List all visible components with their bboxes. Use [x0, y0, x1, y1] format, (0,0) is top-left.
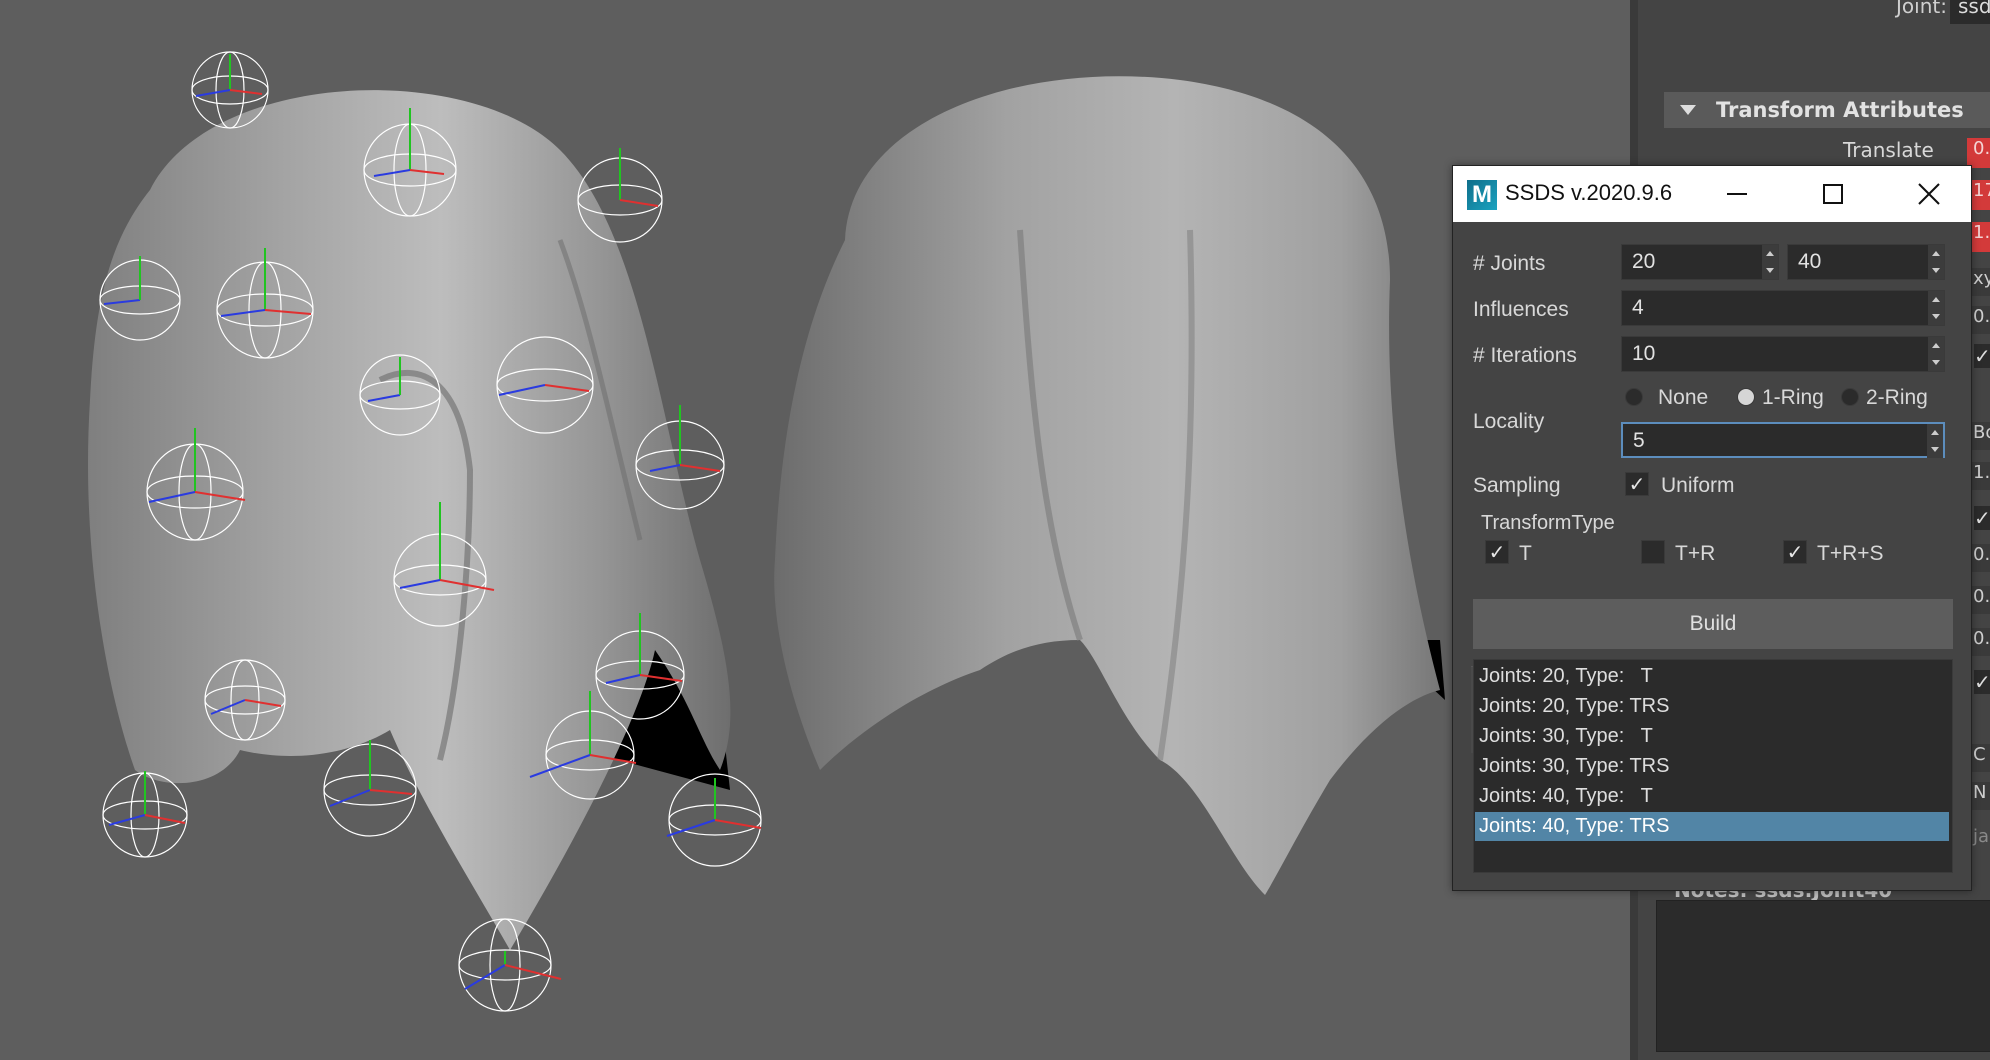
iterations-label: # Iterations: [1473, 344, 1577, 367]
notes-textarea[interactable]: [1656, 900, 1990, 1052]
joints-label: # Joints: [1473, 252, 1546, 275]
list-item-selected[interactable]: Joints: 40, Type: TRS: [1475, 812, 1949, 841]
spin-arrows-icon[interactable]: [1928, 291, 1944, 325]
spin-arrows-icon[interactable]: [1928, 245, 1944, 279]
transform-t-checkbox[interactable]: ✓: [1485, 540, 1509, 564]
transform-trs-label: T+R+S: [1817, 542, 1884, 565]
list-item[interactable]: Joints: 40, Type: T: [1475, 782, 1949, 811]
close-icon[interactable]: [1909, 174, 1949, 214]
clipped-checkbox[interactable]: ✓: [1974, 344, 1990, 368]
viewport-scene: [88, 51, 1445, 1012]
spin-arrows-icon[interactable]: [1928, 337, 1944, 371]
sampling-label: Sampling: [1473, 474, 1561, 497]
list-item[interactable]: Joints: 30, Type: TRS: [1475, 752, 1949, 781]
results-list[interactable]: Joints: 20, Type: T Joints: 20, Type: TR…: [1473, 659, 1953, 873]
influences-value: 4: [1632, 296, 1644, 319]
translate-x-field[interactable]: 0.7: [1967, 138, 1990, 168]
list-item[interactable]: Joints: 20, Type: TRS: [1475, 692, 1949, 721]
locality-1ring-radio[interactable]: [1737, 388, 1755, 406]
maya-logo-icon: M: [1467, 180, 1497, 210]
locality-value: 5: [1633, 429, 1645, 452]
locality-none-label: None: [1658, 386, 1709, 409]
transform-tr-checkbox[interactable]: [1641, 540, 1665, 564]
transform-t-label: T: [1519, 542, 1532, 565]
list-item[interactable]: Joints: 20, Type: T: [1475, 662, 1949, 691]
locality-none-radio[interactable]: [1625, 388, 1643, 406]
joints-max-spinbox[interactable]: 40: [1787, 244, 1945, 280]
ssds-dialog[interactable]: M SSDS v.2020.9.6 # Joints 20 40 Influen…: [1452, 165, 1972, 891]
section-title: Transform Attributes: [1716, 98, 1964, 122]
clipped-checkbox[interactable]: ✓: [1974, 506, 1990, 530]
joint-name-field[interactable]: ssd: [1950, 0, 1990, 24]
spin-arrows-icon[interactable]: [1762, 245, 1778, 279]
joints-min-spinbox[interactable]: 20: [1621, 244, 1779, 280]
transform-tr-label: T+R: [1675, 542, 1716, 565]
locality-2ring-label: 2-Ring: [1866, 386, 1928, 409]
spin-arrows-icon[interactable]: [1927, 424, 1943, 458]
left-cloth-mesh: [88, 90, 731, 950]
clipped-checkbox[interactable]: ✓: [1974, 670, 1990, 694]
transform-type-title: TransformType: [1481, 512, 1615, 534]
maximize-icon[interactable]: [1813, 174, 1853, 214]
sampling-uniform-checkbox[interactable]: ✓: [1625, 472, 1649, 496]
transform-trs-checkbox[interactable]: ✓: [1783, 540, 1807, 564]
locality-spinbox[interactable]: 5: [1621, 422, 1945, 458]
influences-label: Influences: [1473, 298, 1569, 321]
influences-spinbox[interactable]: 4: [1621, 290, 1945, 326]
translate-label: Translate: [1843, 138, 1934, 162]
dialog-title: SSDS v.2020.9.6: [1505, 180, 1673, 205]
locality-label: Locality: [1473, 410, 1545, 433]
right-cloth-mesh: [774, 76, 1445, 896]
joints-min-value: 20: [1632, 250, 1656, 273]
list-item[interactable]: Joints: 30, Type: T: [1475, 722, 1949, 751]
collapse-triangle-icon[interactable]: [1680, 105, 1696, 115]
locality-2ring-radio[interactable]: [1841, 388, 1859, 406]
joint-label: Joint:: [1896, 0, 1947, 18]
joints-max-value: 40: [1798, 250, 1822, 273]
dialog-titlebar[interactable]: M SSDS v.2020.9.6: [1453, 166, 1971, 222]
transform-attributes-section[interactable]: Transform Attributes: [1664, 92, 1990, 128]
minimize-icon[interactable]: [1717, 174, 1757, 214]
3d-viewport[interactable]: [0, 0, 1630, 1060]
locality-1ring-label: 1-Ring: [1762, 386, 1824, 409]
iterations-value: 10: [1632, 342, 1656, 365]
iterations-spinbox[interactable]: 10: [1621, 336, 1945, 372]
sampling-uniform-label: Uniform: [1661, 474, 1735, 497]
build-button[interactable]: Build: [1473, 599, 1953, 649]
